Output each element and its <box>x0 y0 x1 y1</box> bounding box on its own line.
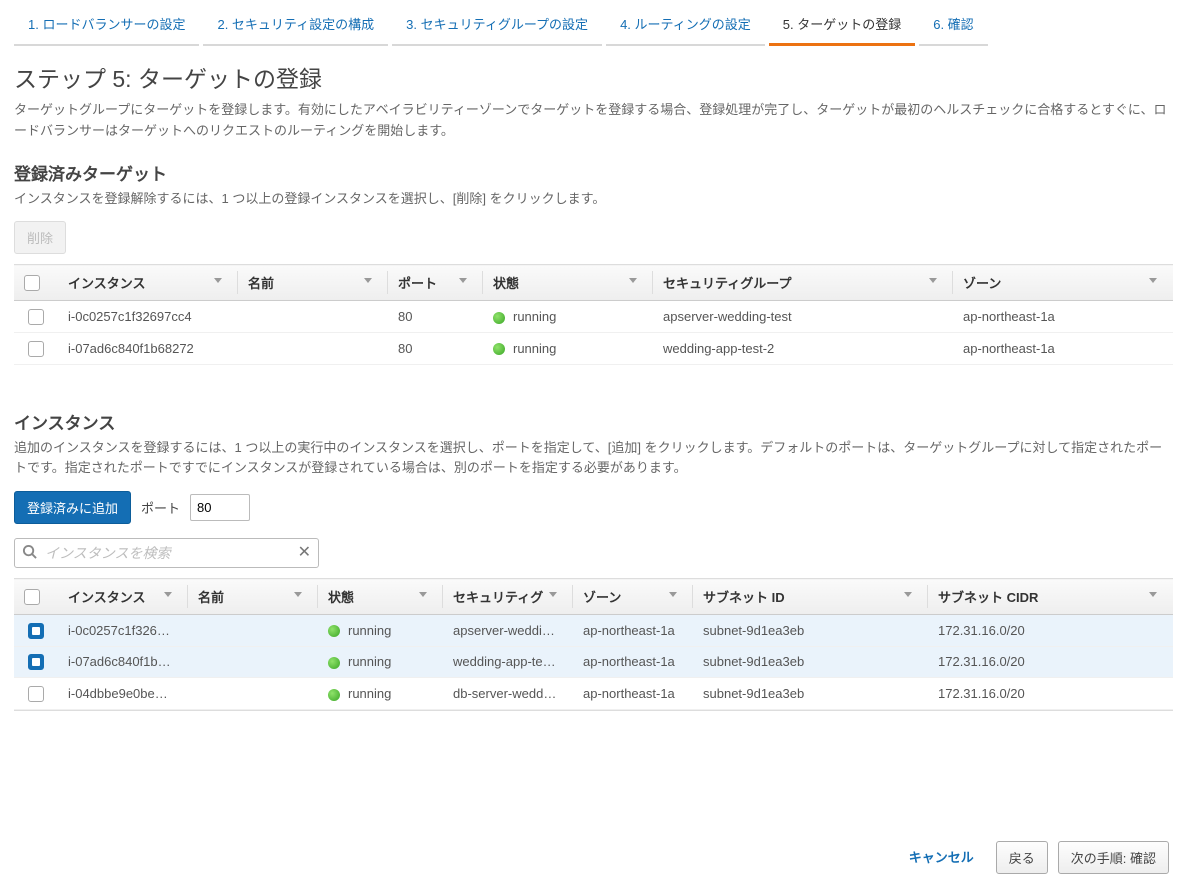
status-running-icon <box>493 312 505 324</box>
wizard-step-6[interactable]: 6. 確認 <box>919 6 987 46</box>
port-label: ポート <box>141 498 180 517</box>
row-checkbox[interactable] <box>28 309 44 325</box>
table-row[interactable]: i-04dbbe9e0be… runningdb-server-wedd…ap-n… <box>14 678 1173 710</box>
cell-instance: i-0c0257c1f32697cc4 <box>58 301 238 333</box>
cell-security-group: apserver-wedding-test <box>653 301 953 333</box>
col-subnet-id[interactable]: サブネット ID <box>693 579 928 615</box>
wizard-steps: 1. ロードバランサーの設定2. セキュリティ設定の構成3. セキュリティグルー… <box>14 0 1173 46</box>
cell-state: running <box>483 301 653 333</box>
instances-section-title: インスタンス <box>14 409 1173 434</box>
cell-subnet-id: subnet-9d1ea3eb <box>693 646 928 678</box>
col-security-group[interactable]: セキュリティグループ <box>653 265 953 301</box>
row-checkbox[interactable] <box>28 686 44 702</box>
cell-state: running <box>318 678 443 710</box>
cell-security-group: wedding-app-te… <box>443 646 573 678</box>
instances-table: インスタンス 名前 状態 セキュリティグ ゾーン サブネット ID サブネット … <box>14 578 1173 710</box>
table-row[interactable]: i-07ad6c840f1b… runningwedding-app-te…ap-… <box>14 646 1173 678</box>
cell-zone: ap-northeast-1a <box>573 678 693 710</box>
cell-zone: ap-northeast-1a <box>573 646 693 678</box>
status-running-icon <box>328 689 340 701</box>
status-running-icon <box>328 657 340 669</box>
footer-actions: キャンセル 戻る 次の手順: 確認 <box>14 831 1173 878</box>
table-header-row: インスタンス 名前 ポート 状態 セキュリティグループ ゾーン <box>14 265 1173 301</box>
cell-zone: ap-northeast-1a <box>953 301 1173 333</box>
col-name[interactable]: 名前 <box>238 265 388 301</box>
cancel-button[interactable]: キャンセル <box>897 841 986 874</box>
remove-button[interactable]: 削除 <box>14 221 66 254</box>
cell-subnet-id: subnet-9d1ea3eb <box>693 678 928 710</box>
cell-port: 80 <box>388 301 483 333</box>
col-state[interactable]: 状態 <box>318 579 443 615</box>
status-running-icon <box>328 625 340 637</box>
row-checkbox[interactable] <box>28 654 44 670</box>
search-icon <box>22 544 37 562</box>
checkbox-header[interactable] <box>14 265 58 301</box>
checkbox-header[interactable] <box>14 579 58 615</box>
col-port[interactable]: ポート <box>388 265 483 301</box>
cell-zone: ap-northeast-1a <box>953 332 1173 364</box>
cell-name <box>188 615 318 647</box>
table-header-row: インスタンス 名前 状態 セキュリティグ ゾーン サブネット ID サブネット … <box>14 579 1173 615</box>
back-button[interactable]: 戻る <box>996 841 1048 874</box>
add-to-registered-button[interactable]: 登録済みに追加 <box>14 491 131 524</box>
wizard-step-1[interactable]: 1. ロードバランサーの設定 <box>14 6 199 46</box>
table-row[interactable]: i-0c0257c1f32697cc4 80runningapserver-wed… <box>14 301 1173 333</box>
cell-security-group: db-server-wedd… <box>443 678 573 710</box>
page-description: ターゲットグループにターゲットを登録します。有効にしたアベイラビリティーゾーンで… <box>14 100 1173 142</box>
col-zone[interactable]: ゾーン <box>953 265 1173 301</box>
row-checkbox[interactable] <box>28 341 44 357</box>
col-instance[interactable]: インスタンス <box>58 265 238 301</box>
registered-section-description: インスタンスを登録解除するには、1 つ以上の登録インスタンスを選択し、[削除] … <box>14 189 1173 210</box>
cell-zone: ap-northeast-1a <box>573 615 693 647</box>
status-running-icon <box>493 343 505 355</box>
cell-instance: i-07ad6c840f1b… <box>58 646 188 678</box>
cell-state: running <box>483 332 653 364</box>
search-box: ✕ <box>14 538 319 568</box>
cell-name <box>238 332 388 364</box>
col-state[interactable]: 状態 <box>483 265 653 301</box>
col-zone[interactable]: ゾーン <box>573 579 693 615</box>
cell-name <box>188 678 318 710</box>
next-step-button[interactable]: 次の手順: 確認 <box>1058 841 1169 874</box>
cell-subnet-cidr: 172.31.16.0/20 <box>928 678 1173 710</box>
clear-search-icon[interactable]: ✕ <box>298 545 311 561</box>
cell-security-group: apserver-weddi… <box>443 615 573 647</box>
cell-subnet-cidr: 172.31.16.0/20 <box>928 646 1173 678</box>
cell-state: running <box>318 615 443 647</box>
wizard-step-4[interactable]: 4. ルーティングの設定 <box>606 6 765 46</box>
col-subnet-cidr[interactable]: サブネット CIDR <box>928 579 1173 615</box>
cell-state: running <box>318 646 443 678</box>
port-input[interactable] <box>190 494 250 521</box>
col-name[interactable]: 名前 <box>188 579 318 615</box>
page-title: ステップ 5: ターゲットの登録 <box>14 60 1173 94</box>
cell-name <box>238 301 388 333</box>
table-row[interactable]: i-07ad6c840f1b68272 80runningwedding-app-… <box>14 332 1173 364</box>
cell-instance: i-07ad6c840f1b68272 <box>58 332 238 364</box>
registered-section-title: 登録済みターゲット <box>14 160 1173 185</box>
cell-name <box>188 646 318 678</box>
row-checkbox[interactable] <box>28 623 44 639</box>
cell-subnet-id: subnet-9d1ea3eb <box>693 615 928 647</box>
wizard-step-5[interactable]: 5. ターゲットの登録 <box>769 6 915 46</box>
instances-section-description: 追加のインスタンスを登録するには、1 つ以上の実行中のインスタンスを選択し、ポー… <box>14 438 1173 480</box>
cell-instance: i-0c0257c1f326… <box>58 615 188 647</box>
cell-port: 80 <box>388 332 483 364</box>
col-security-group[interactable]: セキュリティグ <box>443 579 573 615</box>
wizard-step-3[interactable]: 3. セキュリティグループの設定 <box>392 6 602 46</box>
table-row[interactable]: i-0c0257c1f326… runningapserver-weddi…ap-… <box>14 615 1173 647</box>
wizard-step-2[interactable]: 2. セキュリティ設定の構成 <box>203 6 388 46</box>
cell-instance: i-04dbbe9e0be… <box>58 678 188 710</box>
registered-targets-table: インスタンス 名前 ポート 状態 セキュリティグループ ゾーン i-0c0257… <box>14 264 1173 364</box>
search-input[interactable] <box>14 538 319 568</box>
cell-subnet-cidr: 172.31.16.0/20 <box>928 615 1173 647</box>
col-instance[interactable]: インスタンス <box>58 579 188 615</box>
cell-security-group: wedding-app-test-2 <box>653 332 953 364</box>
